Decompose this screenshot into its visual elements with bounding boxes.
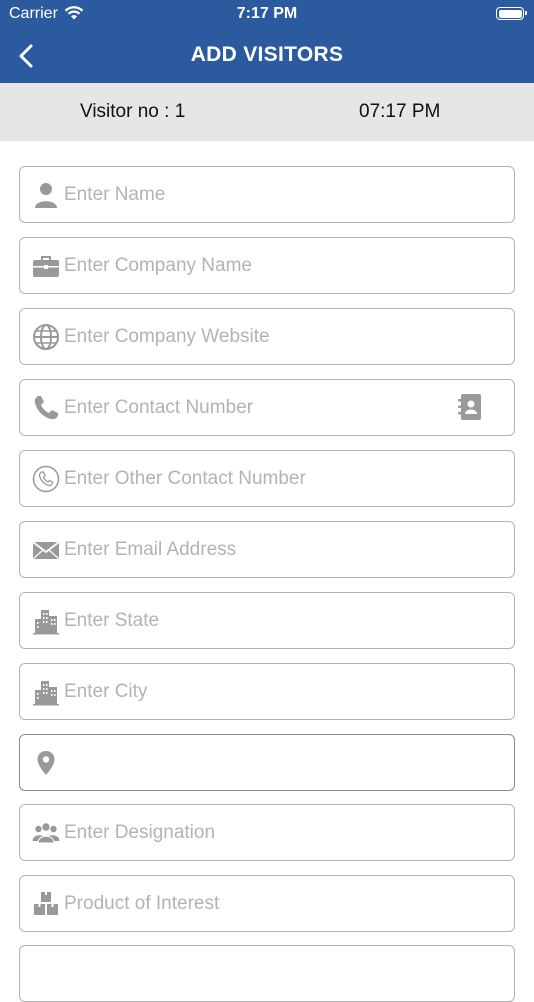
boxes-icon	[34, 892, 58, 915]
page-title: ADD VISITORS	[190, 43, 344, 66]
header: ADD VISITORS	[0, 28, 534, 83]
company-name-field[interactable]	[19, 237, 515, 294]
phone-circle-icon	[32, 465, 60, 493]
designation-input[interactable]	[64, 805, 444, 860]
state-field[interactable]	[19, 592, 515, 649]
contact-book-icon[interactable]	[458, 393, 482, 421]
name-input[interactable]	[64, 167, 444, 222]
location-field[interactable]	[19, 734, 515, 791]
visitor-info-bar: Visitor no : 1 07:17 PM	[0, 83, 534, 141]
city-input[interactable]	[64, 664, 444, 719]
name-field[interactable]	[19, 166, 515, 223]
other-contact-number-input[interactable]	[64, 451, 444, 506]
buildings-icon	[33, 610, 59, 635]
location-pin-icon	[37, 751, 55, 775]
status-bar: Carrier 7:17 PM	[0, 0, 534, 28]
email-input[interactable]	[64, 522, 444, 577]
phone-icon	[34, 396, 58, 420]
contact-number-input[interactable]	[64, 380, 434, 435]
location-input[interactable]	[64, 735, 444, 790]
designation-field[interactable]	[19, 804, 515, 861]
product-interest-input[interactable]	[64, 876, 444, 931]
envelope-icon	[32, 541, 60, 560]
city-field[interactable]	[19, 663, 515, 720]
company-website-input[interactable]	[64, 309, 444, 364]
product-interest-field[interactable]	[19, 875, 515, 932]
briefcase-icon	[33, 256, 59, 277]
person-icon	[35, 183, 57, 208]
next-field[interactable]	[19, 945, 515, 1002]
contact-number-field[interactable]	[19, 379, 515, 436]
state-input[interactable]	[64, 593, 444, 648]
company-name-input[interactable]	[64, 238, 444, 293]
visitor-number: Visitor no : 1	[80, 101, 186, 122]
other-contact-number-field[interactable]	[19, 450, 515, 507]
globe-icon	[33, 324, 59, 350]
group-icon	[32, 822, 60, 844]
company-website-field[interactable]	[19, 308, 515, 365]
buildings-icon	[33, 681, 59, 706]
visitor-time: 07:17 PM	[359, 101, 441, 122]
battery-icon	[496, 7, 527, 20]
email-field[interactable]	[19, 521, 515, 578]
clock: 7:17 PM	[236, 5, 298, 22]
